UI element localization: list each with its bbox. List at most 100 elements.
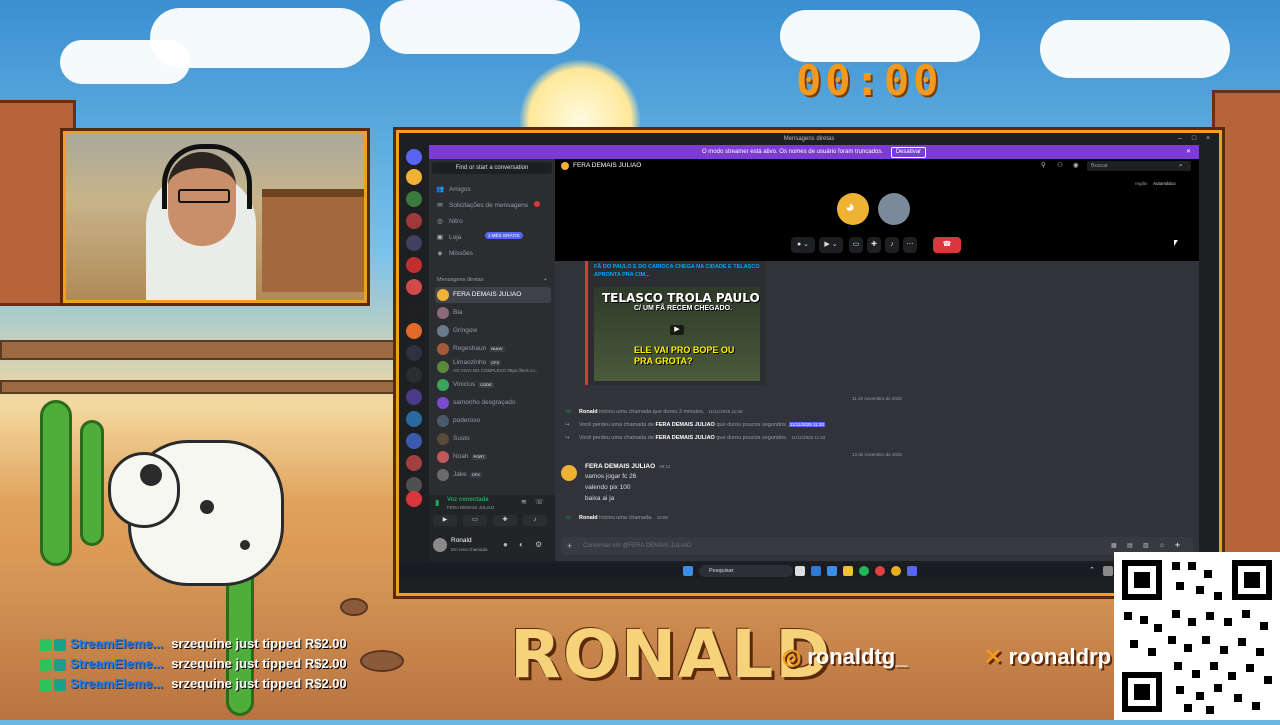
camera-toggle-button[interactable]: ▶ ⌄ <box>819 237 843 253</box>
windows-start-icon[interactable] <box>683 566 693 576</box>
dm-item[interactable]: Gringow <box>435 323 551 339</box>
edge-icon[interactable] <box>811 566 821 576</box>
server-icon[interactable] <box>406 345 422 361</box>
server-icon[interactable] <box>406 411 422 427</box>
disable-streamer-button[interactable]: Desativar <box>890 147 927 158</box>
dm-item[interactable]: samonho desgraçado <box>435 395 551 411</box>
nav-label: Nitro <box>449 218 463 225</box>
microphone-icon[interactable]: ● <box>503 540 508 549</box>
server-icon[interactable] <box>406 389 422 405</box>
disconnect-icon[interactable]: ☏ <box>535 498 544 506</box>
maximize-button[interactable]: □ <box>1189 134 1199 144</box>
nav-nitro[interactable]: ◎ Nitro1 MÊS GRÁTIS <box>435 215 549 239</box>
server-icon[interactable] <box>406 367 422 383</box>
add-dm-icon[interactable]: + <box>544 277 547 283</box>
avatar[interactable] <box>433 538 447 552</box>
system-user[interactable]: Ronald <box>579 515 598 521</box>
nav-friends[interactable]: 👥 Amigos <box>435 183 549 197</box>
profile-icon[interactable]: ◉ <box>1073 159 1079 173</box>
call-participant-avatar[interactable]: ◕ <box>837 193 869 225</box>
message-text: valendo pix 100 <box>585 484 631 491</box>
rock <box>340 598 368 616</box>
tray-icon[interactable] <box>1103 566 1113 576</box>
close-icon[interactable]: ✕ <box>1186 145 1191 159</box>
spotify-icon[interactable] <box>859 566 869 576</box>
activities-button[interactable]: ✚ <box>867 237 881 253</box>
discord-taskbar-icon[interactable] <box>907 566 917 576</box>
dm-item[interactable]: Jake CFX <box>435 467 551 483</box>
mic-toggle-button[interactable]: ● ⌄ <box>791 237 815 253</box>
nav-message-requests[interactable]: ✉ Solicitações de mensagens <box>435 199 549 213</box>
add-attachment-icon[interactable]: + <box>567 537 572 555</box>
dog-head <box>108 452 180 528</box>
nav-shop[interactable]: ▣ Loja <box>435 231 549 245</box>
missed-call-icon: ↪ <box>565 422 570 428</box>
close-window-button[interactable]: × <box>1203 134 1213 144</box>
soundboard-button[interactable]: ♪ <box>885 237 899 253</box>
region-select[interactable]: Automático <box>1153 181 1176 186</box>
thumbnail-question: ELE VAI PRO BOPE OU PRA GROTA? <box>634 345 735 366</box>
server-icon[interactable] <box>406 433 422 449</box>
screen-share-button[interactable]: ▭ <box>463 515 487 526</box>
video-embed[interactable]: FÃ DO PAULO E DO CARIOCA CHEGA NA CIDADE… <box>585 261 766 385</box>
gear-icon[interactable]: ⚙ <box>535 540 542 549</box>
screen-share-button[interactable]: ▭ <box>849 237 863 253</box>
server-icon[interactable] <box>406 169 422 185</box>
camera-button[interactable]: ▶ <box>433 515 457 526</box>
dm-item[interactable]: Vinicius CODE <box>435 377 551 393</box>
chrome-icon[interactable] <box>891 566 901 576</box>
avatar <box>437 289 449 301</box>
file-explorer-icon[interactable] <box>843 566 853 576</box>
phone-icon: ☏ <box>565 409 572 415</box>
hang-up-button[interactable]: ☎ <box>933 237 961 253</box>
discord-home-icon[interactable] <box>406 149 422 165</box>
obs-icon[interactable] <box>875 566 885 576</box>
noise-suppression-icon[interactable]: ≋ <box>521 498 527 506</box>
notification-badge <box>534 201 541 207</box>
chevron-up-icon[interactable]: ⌃ <box>1089 566 1095 574</box>
system-user[interactable]: FERA DEMAIS JULIAO <box>655 422 714 428</box>
call-participant-avatar[interactable] <box>878 193 910 225</box>
server-icon[interactable] <box>406 257 422 273</box>
server-icon[interactable] <box>406 213 422 229</box>
embed-thumbnail[interactable]: TELASCO TROLA PAULO C/ UM FÃ RECEM CHEGA… <box>594 287 760 381</box>
dm-item[interactable]: FERA DEMAIS JULIAO <box>435 287 551 303</box>
message-composer[interactable]: + Conversar em @FERA DEMAIS JULIAO ▦ ▤ ▧… <box>561 537 1193 555</box>
dm-search-input[interactable]: Find or start a conversation <box>432 162 552 174</box>
minimize-button[interactable]: – <box>1175 134 1185 144</box>
server-tag: NUUV <box>489 346 505 352</box>
activities-button[interactable]: ✚ <box>493 515 517 526</box>
avatar <box>561 162 569 170</box>
taskbar-search[interactable]: Pesquisar <box>699 565 793 577</box>
instagram-text: ronaldtg_ <box>807 644 908 669</box>
system-text: que durou poucos segundos. <box>716 435 788 441</box>
server-icon[interactable] <box>406 191 422 207</box>
dm-item[interactable]: Bia <box>435 305 551 321</box>
dm-item[interactable]: Limaozinho CFX AO VIVO NO COMPLEXO https:/… <box>435 359 551 375</box>
dm-item[interactable]: Noah PORT <box>435 449 551 465</box>
server-icon[interactable] <box>406 235 422 251</box>
store-icon[interactable] <box>827 566 837 576</box>
embed-title[interactable]: FÃ DO PAULO E DO CARIOCA CHEGA NA CIDADE… <box>594 263 764 279</box>
author-name[interactable]: FERA DEMAIS JULIAO <box>585 463 655 470</box>
soundboard-button[interactable]: ♪ <box>523 515 547 526</box>
server-icon[interactable] <box>406 301 422 317</box>
dm-item[interactable]: poderoso <box>435 413 551 429</box>
server-icon[interactable] <box>406 279 422 295</box>
system-user[interactable]: FERA DEMAIS JULIAO <box>655 435 714 441</box>
search-input[interactable]: Buscar <box>1087 161 1191 171</box>
avatar[interactable] <box>561 465 577 481</box>
task-view-icon[interactable] <box>795 566 805 576</box>
discord-logo-icon: ◕ <box>845 199 855 216</box>
server-icon[interactable] <box>406 455 422 471</box>
system-user[interactable]: Ronald <box>579 409 598 415</box>
headphones-icon[interactable]: ◐ <box>519 540 524 549</box>
nav-quests[interactable]: ◈ Missões <box>435 247 549 261</box>
server-icon[interactable] <box>406 323 422 339</box>
add-friend-icon[interactable]: ⚇ <box>1057 159 1063 173</box>
more-button[interactable]: ⋯ <box>903 237 917 253</box>
play-icon[interactable]: ▶ <box>670 325 684 335</box>
dm-item[interactable]: Susto <box>435 431 551 447</box>
pin-icon[interactable]: ⚲ <box>1041 159 1046 173</box>
server-icon[interactable] <box>406 491 422 507</box>
